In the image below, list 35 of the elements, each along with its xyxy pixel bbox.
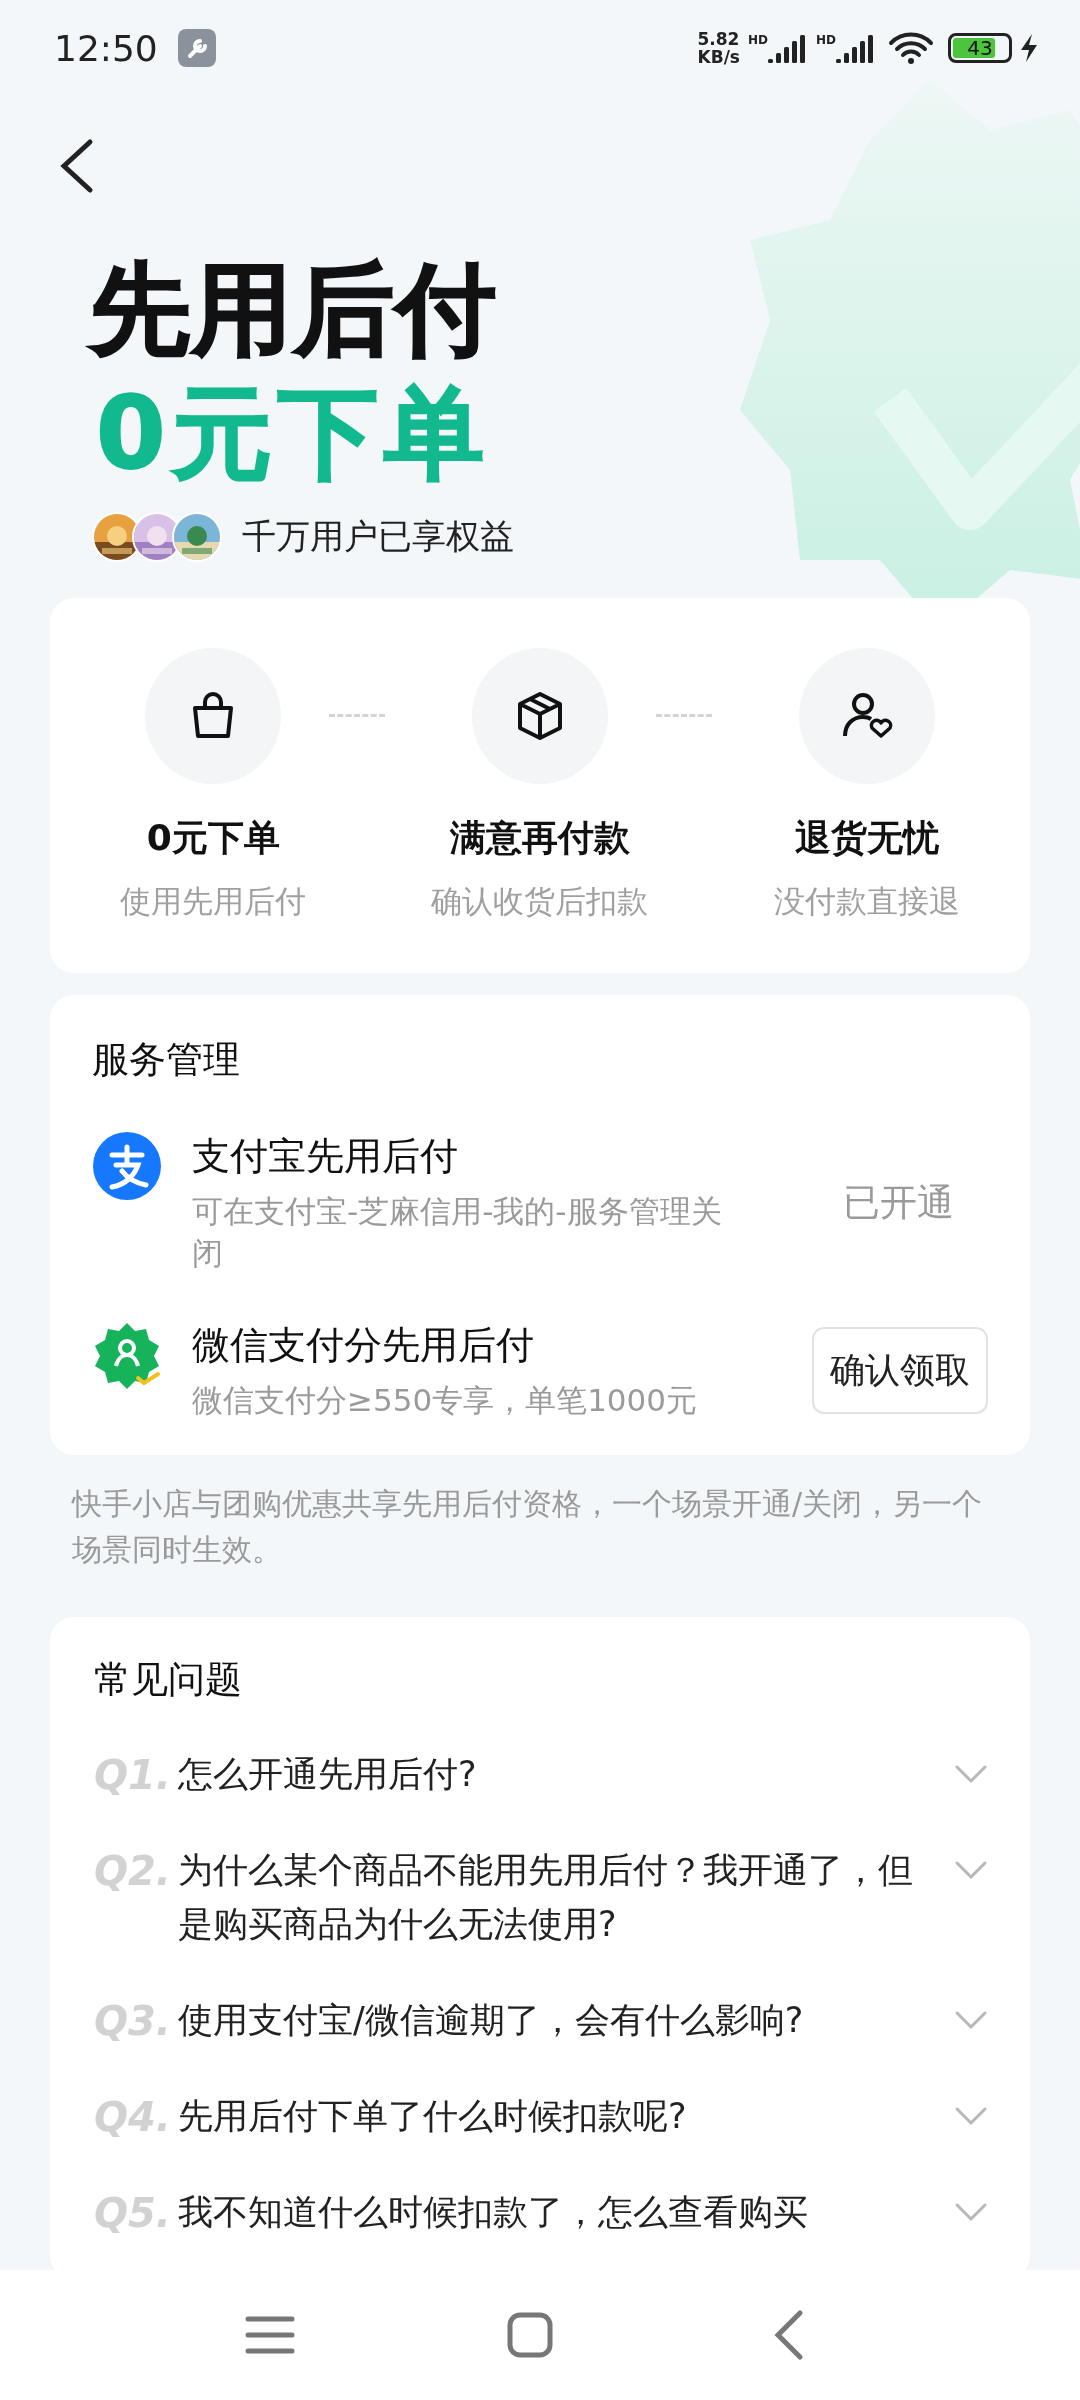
feature-title: 满意再付款: [450, 816, 630, 860]
feature-title: 0元下单: [146, 816, 280, 860]
section-title: 服务管理: [92, 1037, 241, 1083]
question-text: 先用后付下单了什么时候扣款呢?: [178, 2095, 688, 2138]
feature-desc: 使用先用后付: [120, 882, 307, 921]
network-type: HD: [816, 33, 836, 47]
payment-app-logo-icon: [92, 1131, 162, 1201]
service-name: 微信支付分先用后付: [192, 1322, 535, 1369]
page-subtitle: 0元下单: [96, 374, 491, 494]
feature-desc: 没付款直接退: [773, 882, 960, 921]
signal-icon: [836, 33, 876, 63]
service-status: 已开通: [841, 1179, 955, 1226]
service-desc: 微信支付分≥550专享，单笔1000元: [192, 1381, 699, 1420]
service-desc: 可在支付宝-芝麻信用-我的-服务管理关闭: [192, 1192, 723, 1273]
battery-icon: 43: [948, 33, 1012, 63]
question-text: 怎么开通先用后付?: [178, 1753, 478, 1796]
badge-check-icon: [92, 1320, 162, 1390]
network-speed: 5.82: [697, 30, 740, 48]
section-title: 常见问题: [94, 1657, 243, 1703]
note-text: 快手小店与团购优惠共享先用后付资格，一个场景开通/关闭，另一个场景同时生效。: [72, 1485, 984, 1569]
question-text: 我不知道什么时候扣款了，怎么查看购买: [178, 2191, 809, 2234]
question-text: 为什么某个商品不能用先用后付？我开通了，但是购买商品为什么无法使用?: [178, 1849, 914, 1946]
service-name: 支付宝先用后付: [192, 1133, 459, 1180]
speed-unit: KB/s: [697, 48, 740, 66]
wrench-icon: [177, 29, 216, 67]
wifi-icon: [888, 31, 934, 65]
users-text: 千万用户已享权益: [242, 515, 514, 558]
feature-title: 退货无忧: [794, 816, 939, 860]
signal-icon: [768, 33, 808, 63]
claim-button[interactable]: 确认领取: [812, 1327, 988, 1414]
network-type: HD: [747, 33, 768, 47]
status-time: 12:50: [54, 27, 158, 69]
feature-desc: 确认收货后扣款: [431, 882, 649, 921]
page-title: 先用后付: [90, 250, 499, 370]
question-text: 使用支付宝/微信逾期了，会有什么影响?: [178, 1999, 805, 2042]
